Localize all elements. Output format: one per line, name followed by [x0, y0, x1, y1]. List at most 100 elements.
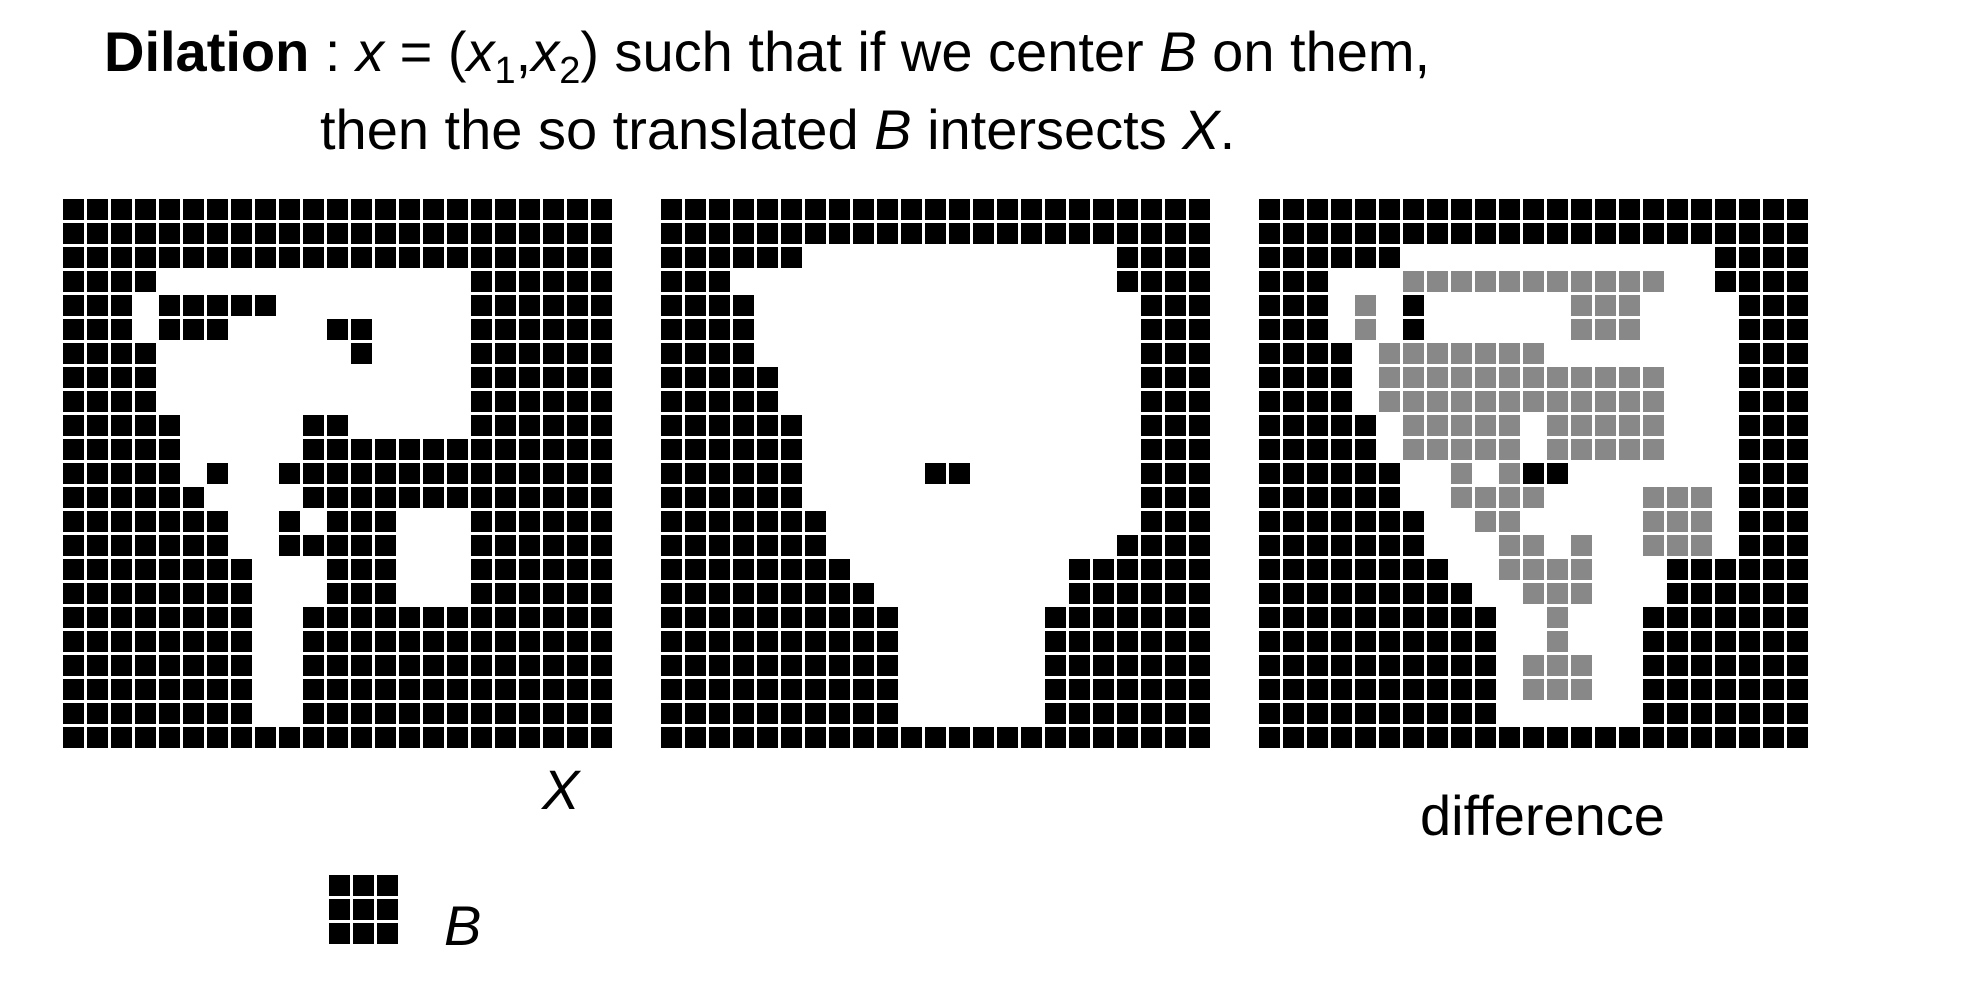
grid-cell-black [1259, 463, 1280, 484]
grid-cell-black [805, 679, 826, 700]
grid-cell-black [1355, 487, 1376, 508]
grid-cell-black [1763, 655, 1784, 676]
grid-cell-gray [1523, 679, 1544, 700]
grid-cell-black [1141, 559, 1162, 580]
grid-cell-gray [1643, 511, 1664, 532]
grid-cell-black [111, 631, 132, 652]
grid-cell-black [733, 607, 754, 628]
grid-cell-black [495, 679, 516, 700]
grid-cell-black [733, 415, 754, 436]
grid-cell-gray [1499, 535, 1520, 556]
grid-cell-black [757, 655, 778, 676]
grid-cell-black [1475, 631, 1496, 652]
grid-cell-black [1379, 223, 1400, 244]
grid-cell-gray [1427, 439, 1448, 460]
grid-cell-black [519, 727, 540, 748]
grid-cell-black [423, 223, 444, 244]
grid-cell-black [901, 727, 922, 748]
grid-cell-black [207, 511, 228, 532]
grid-cell-black [495, 223, 516, 244]
grid-cell-black [661, 727, 682, 748]
grid-cell-black [1045, 607, 1066, 628]
grid-cell-black [447, 439, 468, 460]
grid-cell-black [87, 439, 108, 460]
grid-cell-black [1189, 199, 1210, 220]
grid-cell-black [495, 655, 516, 676]
grid-cell-black [1307, 295, 1328, 316]
grid-cell-black [329, 875, 350, 896]
grid-cell-black [87, 583, 108, 604]
grid-cell-black [279, 727, 300, 748]
grid-cell-black [543, 391, 564, 412]
label-difference: difference [1420, 784, 1665, 847]
grid-cell-black [1189, 679, 1210, 700]
grid-cell-black [495, 703, 516, 724]
grid-cell-black [183, 223, 204, 244]
grid-cell-black [87, 607, 108, 628]
grid-cell-gray [1571, 391, 1592, 412]
grid-cell-black [519, 511, 540, 532]
grid-cell-black [63, 343, 84, 364]
grid-cell-gray [1451, 367, 1472, 388]
grid-cell-black [447, 463, 468, 484]
grid-cell-black [1141, 487, 1162, 508]
grid-cell-gray [1475, 391, 1496, 412]
grid-cell-black [543, 727, 564, 748]
grid-cell-black [1763, 199, 1784, 220]
grid-cell-gray [1667, 487, 1688, 508]
grid-cell-black [447, 727, 468, 748]
title-var-b: B [1159, 20, 1197, 83]
grid-cell-black [1355, 415, 1376, 436]
grid-cell-black [1403, 511, 1424, 532]
grid-cell-gray [1595, 295, 1616, 316]
grid-cell-black [853, 607, 874, 628]
grid-cell-gray [1547, 391, 1568, 412]
grid-cell-black [111, 319, 132, 340]
grid-cell-black [757, 559, 778, 580]
grid-cell-black [1763, 391, 1784, 412]
grid-cell-black [1165, 583, 1186, 604]
grid-cell-black [925, 199, 946, 220]
grid-cell-black [685, 199, 706, 220]
grid-cell-black [543, 343, 564, 364]
grid-cell-black [1451, 727, 1472, 748]
grid-cell-black [471, 631, 492, 652]
grid-cell-black [1739, 727, 1760, 748]
grid-cell-black [1093, 727, 1114, 748]
grid-cell-black [1165, 679, 1186, 700]
grid-cell-black [183, 487, 204, 508]
grid-cell-black [1355, 607, 1376, 628]
grid-cell-gray [1667, 511, 1688, 532]
grid-cell-black [399, 223, 420, 244]
grid-cell-gray [1643, 391, 1664, 412]
grid-cell-black [1165, 343, 1186, 364]
grid-cell-black [495, 439, 516, 460]
grid-cell-black [1141, 703, 1162, 724]
grid-cell-black [567, 367, 588, 388]
grid-cell-black [1739, 463, 1760, 484]
title-comma: , [515, 20, 532, 83]
grid-cell-black [423, 463, 444, 484]
grid-cell-black [543, 463, 564, 484]
grid-cell-black [111, 391, 132, 412]
grid-cell-black [1739, 343, 1760, 364]
grid-cell-black [519, 463, 540, 484]
grid-cell-black [111, 583, 132, 604]
grid-cell-black [375, 583, 396, 604]
grid-cell-black [661, 535, 682, 556]
grid-cell-black [375, 655, 396, 676]
grid-cell-black [1331, 439, 1352, 460]
grid-cell-black [471, 535, 492, 556]
grid-cell-black [1763, 583, 1784, 604]
grid-cell-black [757, 511, 778, 532]
grid-cell-black [877, 199, 898, 220]
grid-cell-black [973, 727, 994, 748]
grid-cell-black [351, 511, 372, 532]
grid-cell-black [1093, 607, 1114, 628]
grid-cell-black [447, 679, 468, 700]
grid-cell-black [231, 631, 252, 652]
grid-cell-black [709, 415, 730, 436]
grid-cell-black [1643, 631, 1664, 652]
grid-cell-black [471, 415, 492, 436]
grid-cell-black [1189, 343, 1210, 364]
